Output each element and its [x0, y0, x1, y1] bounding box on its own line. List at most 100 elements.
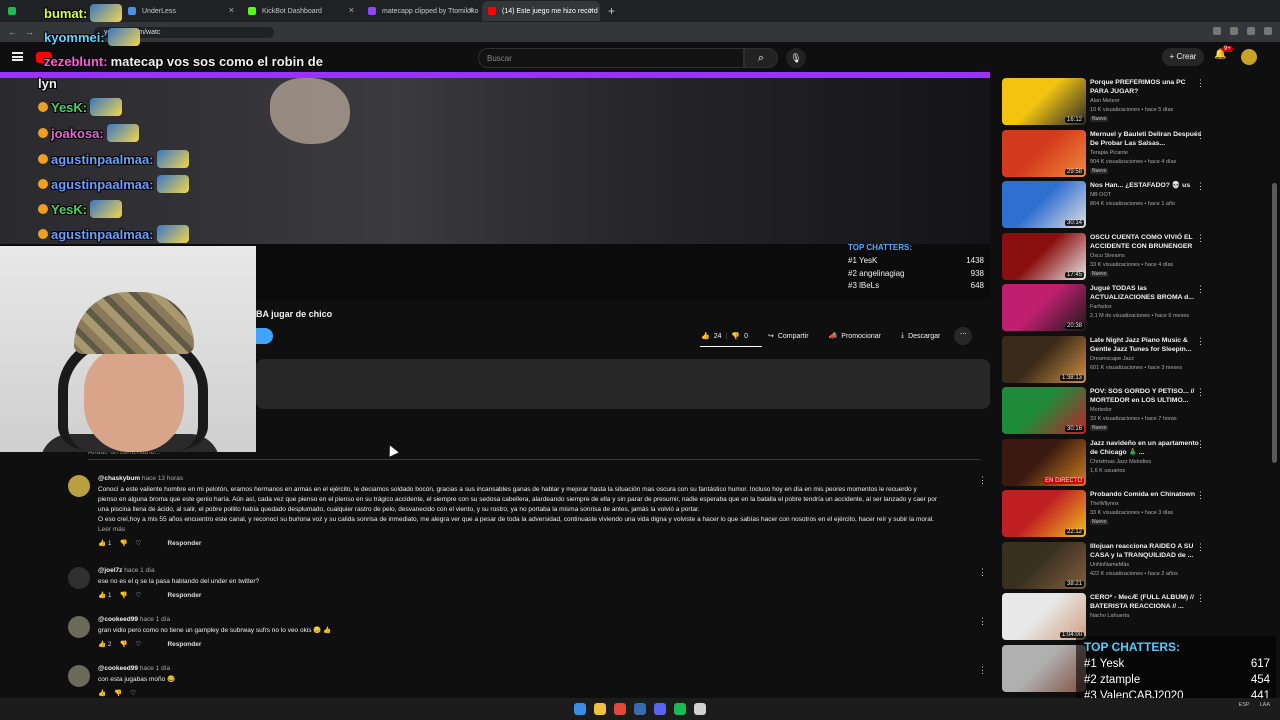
sidebar-channel-name[interactable]: Dreamscape Jazz [1090, 356, 1134, 362]
comment-menu-icon[interactable]: ⋮ [978, 475, 987, 486]
close-tab-icon[interactable]: × [589, 5, 594, 15]
obs-icon[interactable] [694, 703, 706, 715]
sidebar-video-title[interactable]: Mernuel y Bauleti Deliran Después De Pro… [1090, 130, 1204, 148]
scrollbar[interactable] [1272, 183, 1277, 463]
promote-button[interactable]: 📣 Promocionar [822, 327, 887, 345]
new-tab-icon[interactable]: + [608, 4, 615, 18]
steam-icon[interactable] [634, 703, 646, 715]
sidebar-channel-name[interactable]: Christmas Jazz Melodies [1090, 459, 1151, 465]
sidebar-video[interactable]: 30:14 Nos Han... ¿ESTAFADO? 💀 us NB OOT 864… [1002, 181, 1270, 229]
sidebar-video-title[interactable]: CERO* - MecÆ (FULL ALBUM) // BATERISTA R… [1090, 593, 1204, 611]
video-thumbnail[interactable]: 20:38 [1002, 284, 1086, 331]
puzzle-icon[interactable] [1247, 27, 1255, 35]
avatar[interactable] [68, 616, 90, 638]
sidebar-video-title[interactable]: Illojuan reacciona RAIDEO A SU CASA y la… [1090, 542, 1204, 560]
avatar[interactable] [68, 475, 90, 497]
video-thumbnail[interactable]: 16:12 [1002, 78, 1086, 125]
browser-tab[interactable]: matecapp clipped by Ttomiloko × [362, 1, 480, 21]
sidebar-channel-name[interactable]: NB OOT [1090, 192, 1111, 198]
video-thumbnail[interactable]: EN DIRECTO [1002, 438, 1086, 486]
sidebar-channel-name[interactable]: UnNoNameMás [1090, 562, 1129, 568]
browser-tab[interactable]: (14) Este juego me hizo record × [482, 1, 600, 21]
sidebar-video[interactable]: 1:38:13 Late Night Jazz Piano Music & Gen… [1002, 335, 1270, 384]
video-thumbnail[interactable]: 30:16 [1002, 387, 1086, 434]
discord-icon[interactable] [654, 703, 666, 715]
comment-author[interactable]: @cookeed99 [98, 665, 138, 672]
sidebar-menu-icon[interactable]: ⋮ [1196, 490, 1205, 501]
sidebar-video[interactable]: 16:12 Porque PREFERIMOS una PC PARA JUGAR… [1002, 78, 1270, 126]
reply-button[interactable]: Responder [167, 641, 201, 648]
sidebar-menu-icon[interactable]: ⋮ [1196, 336, 1205, 347]
sidebar-video[interactable]: 30:16 POV: SOS GORDO Y PETISO... // MORTE… [1002, 387, 1270, 435]
sidebar-video[interactable]: 1:04:00 CERO* - MecÆ (FULL ALBUM) // BATE… [1002, 593, 1270, 641]
video-thumbnail[interactable]: 1:38:13 [1002, 335, 1086, 383]
sidebar-video[interactable]: 17:45 OSCU CUENTA COMO VIVIÓ EL ACCIDENTE… [1002, 232, 1270, 281]
thumbs-down-icon[interactable]: 👎 [120, 591, 128, 599]
video-thumbnail[interactable]: 17:45 [1002, 232, 1086, 280]
close-tab-icon[interactable]: × [469, 5, 474, 15]
sidebar-channel-name[interactable]: Nacho Lahuerta [1090, 613, 1129, 619]
sidebar-menu-icon[interactable]: ⋮ [1196, 439, 1205, 450]
avatar[interactable] [1241, 49, 1257, 65]
star-icon[interactable] [1230, 27, 1238, 35]
sidebar-menu-icon[interactable]: ⋮ [1196, 78, 1205, 89]
sidebar-menu-icon[interactable]: ⋮ [1196, 284, 1205, 295]
sidebar-video-title[interactable]: Jazz navideño en un apartamento de Chica… [1090, 439, 1204, 457]
comment-menu-icon[interactable]: ⋮ [978, 616, 987, 627]
search-button[interactable]: ⌕ [744, 48, 778, 68]
extension-icon[interactable] [1213, 27, 1221, 35]
sidebar-video[interactable]: EN DIRECTO Jazz navideño en un apartament… [1002, 438, 1270, 487]
create-button[interactable]: + Crear [1162, 48, 1204, 66]
more-actions-button[interactable]: ⋯ [954, 327, 973, 345]
reply-button[interactable]: Responder [167, 592, 201, 599]
video-thumbnail[interactable]: 22:12 [1002, 490, 1086, 537]
sidebar-video-title[interactable]: Probando Comida en Chinatown [1090, 490, 1204, 499]
download-button[interactable]: ⤓ Descargar [894, 327, 947, 345]
thumbs-down-icon[interactable]: 👎 [114, 689, 122, 697]
comment-menu-icon[interactable]: ⋮ [978, 665, 987, 676]
search-input[interactable]: Buscar [478, 48, 744, 68]
sidebar-video-title[interactable]: Late Night Jazz Piano Music & Gentle Jaz… [1090, 336, 1204, 354]
comment-author[interactable]: @cookeed99 [98, 616, 138, 623]
sidebar-menu-icon[interactable]: ⋮ [1196, 542, 1205, 553]
thumbs-down-icon[interactable]: 👎 [120, 640, 128, 648]
thumbs-down-icon[interactable]: 👎 [731, 332, 740, 340]
sidebar-video-title[interactable]: Porque PREFERIMOS una PC PARA JUGAR? [1090, 78, 1204, 96]
comment-author[interactable]: @chaskybum [98, 475, 140, 482]
thumbs-up-icon[interactable]: 👍 1 [98, 539, 112, 547]
share-button[interactable]: ↪ Compartir [761, 327, 815, 345]
comment-author[interactable]: @joel7z [98, 567, 122, 574]
thumbs-down-icon[interactable]: 👎 [120, 539, 128, 547]
sidebar-channel-name[interactable]: Oscu Streams [1090, 253, 1125, 259]
sidebar-channel-name[interactable]: Alan Meteor [1090, 98, 1120, 104]
reply-button[interactable]: Responder [167, 540, 201, 547]
language-indicator[interactable]: ESP [1239, 702, 1250, 708]
sidebar-video-title[interactable]: Nos Han... ¿ESTAFADO? 💀 us [1090, 181, 1204, 190]
sidebar-video-title[interactable]: Jugué TODAS las ACTUALIZACIONES BROMA d.… [1090, 284, 1204, 302]
sidebar-channel-name[interactable]: Farfadox [1090, 304, 1112, 310]
sidebar-menu-icon[interactable]: ⋮ [1196, 181, 1205, 192]
avatar[interactable] [68, 567, 90, 589]
thumbs-up-icon[interactable]: 👍 2 [98, 640, 112, 648]
windows-icon[interactable] [574, 703, 586, 715]
profile-icon[interactable] [1264, 27, 1272, 35]
voice-search-button[interactable]: 🎙 [786, 48, 806, 68]
sidebar-channel-name[interactable]: Terapia Picante [1090, 150, 1128, 156]
video-thumbnail[interactable]: 29:58 [1002, 129, 1086, 177]
video-thumbnail[interactable]: 38:21 [1002, 541, 1086, 589]
thumbs-up-icon[interactable]: 👍 [98, 689, 106, 697]
sidebar-video[interactable]: 29:58 Mernuel y Bauleti Deliran Después D… [1002, 129, 1270, 178]
like-button[interactable]: 👍 24 | 👎 0 [695, 327, 754, 345]
spotify-icon[interactable] [674, 703, 686, 715]
video-thumbnail[interactable] [1002, 644, 1086, 692]
sidebar-video[interactable]: 20:38 Jugué TODAS las ACTUALIZACIONES BRO… [1002, 284, 1270, 332]
subscribe-button[interactable] [256, 328, 273, 344]
sidebar-video-title[interactable]: POV: SOS GORDO Y PETISO... // MORTEDOR e… [1090, 387, 1204, 405]
sidebar-video-title[interactable]: OSCU CUENTA COMO VIVIÓ EL ACCIDENTE CON … [1090, 233, 1204, 251]
read-more-link[interactable]: Leer más [98, 525, 988, 535]
sidebar-menu-icon[interactable]: ⋮ [1196, 387, 1205, 398]
thumbs-up-icon[interactable]: 👍 1 [98, 591, 112, 599]
chrome-icon[interactable] [614, 703, 626, 715]
video-thumbnail[interactable]: 1:04:00 [1002, 593, 1086, 640]
description-box[interactable] [256, 359, 990, 409]
